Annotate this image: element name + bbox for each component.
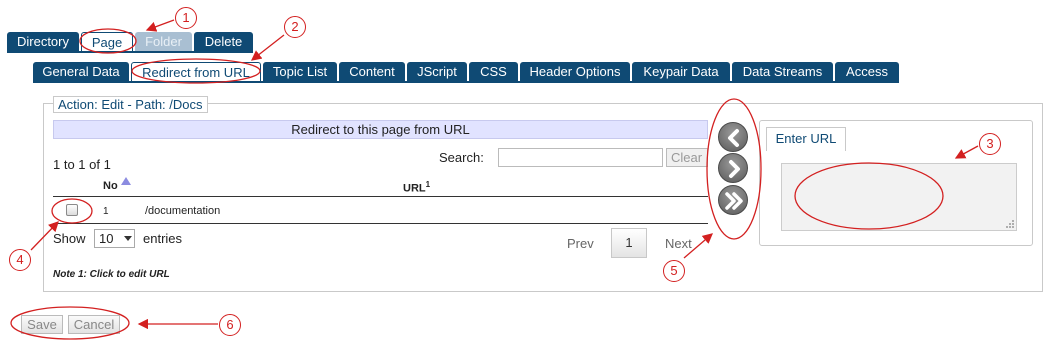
tab-general-data[interactable]: General Data (33, 62, 129, 82)
entries-select[interactable]: 10 (94, 229, 135, 248)
cancel-button[interactable]: Cancel (68, 315, 120, 334)
callout-3: 3 (979, 133, 1001, 155)
tab-topic-list[interactable]: Topic List (263, 62, 337, 82)
column-header-url[interactable]: URL1 (403, 180, 430, 195)
tab-access[interactable]: Access (835, 62, 899, 82)
tab-redirect-from-url[interactable]: Redirect from URL (131, 62, 261, 82)
callout-4: 4 (9, 249, 31, 271)
footnote: Note 1: Click to edit URL (53, 269, 170, 280)
callout-1: 1 (175, 7, 197, 29)
prev-button[interactable]: Prev (567, 236, 594, 251)
row-no: 1 (103, 206, 109, 217)
search-label: Search: (439, 150, 484, 165)
column-header-no[interactable]: No (103, 180, 118, 192)
next-button[interactable]: Next (665, 236, 692, 251)
row-divider (53, 223, 708, 224)
tab-jscript[interactable]: JScript (407, 62, 467, 82)
tab-folder: Folder (135, 32, 192, 52)
table-count: 1 to 1 of 1 (53, 157, 111, 172)
arrow-2 (250, 34, 285, 61)
page-1-button[interactable]: 1 (611, 228, 647, 258)
url-textarea[interactable] (781, 163, 1017, 231)
chevron-right-icon (729, 160, 740, 178)
tab-header-options[interactable]: Header Options (520, 62, 630, 82)
tab-keypair-data[interactable]: Keypair Data (632, 62, 730, 82)
show-label: Show (53, 231, 86, 246)
column-header-url-footnote: 1 (425, 180, 431, 189)
sub-tabbar-line (33, 81, 899, 83)
move-all-right-button[interactable] (718, 185, 748, 215)
tab-delete[interactable]: Delete (194, 32, 253, 52)
search-input[interactable] (498, 148, 663, 167)
tab-css[interactable]: CSS (469, 62, 518, 82)
tab-content[interactable]: Content (339, 62, 405, 82)
header-divider (53, 196, 708, 197)
arrow-1 (145, 19, 175, 32)
top-tabbar-line (7, 51, 253, 53)
enter-url-tab[interactable]: Enter URL (766, 127, 846, 151)
sort-asc-icon (121, 177, 131, 185)
clear-button[interactable]: Clear (666, 148, 708, 167)
panel-legend: Action: Edit - Path: /Docs (53, 96, 208, 113)
chevron-down-icon (124, 236, 132, 241)
callout-2: 2 (284, 16, 306, 38)
table-title: Redirect to this page from URL (53, 120, 708, 139)
column-header-url-label: URL (403, 182, 426, 195)
save-button[interactable]: Save (21, 315, 63, 334)
callout-5: 5 (663, 260, 685, 282)
tab-directory[interactable]: Directory (7, 32, 79, 52)
row-checkbox[interactable] (66, 204, 78, 216)
resize-grip-icon[interactable] (1004, 218, 1015, 229)
row-url[interactable]: /documentation (145, 205, 220, 217)
entries-select-value: 10 (99, 231, 114, 246)
tab-page[interactable]: Page (81, 32, 133, 52)
double-chevron-right-icon (725, 192, 743, 210)
entries-label: entries (143, 231, 183, 246)
move-right-button[interactable] (718, 153, 748, 183)
chevron-left-icon (728, 129, 739, 147)
move-left-button[interactable] (718, 122, 748, 152)
tab-data-streams[interactable]: Data Streams (732, 62, 833, 82)
callout-6: 6 (219, 314, 241, 336)
